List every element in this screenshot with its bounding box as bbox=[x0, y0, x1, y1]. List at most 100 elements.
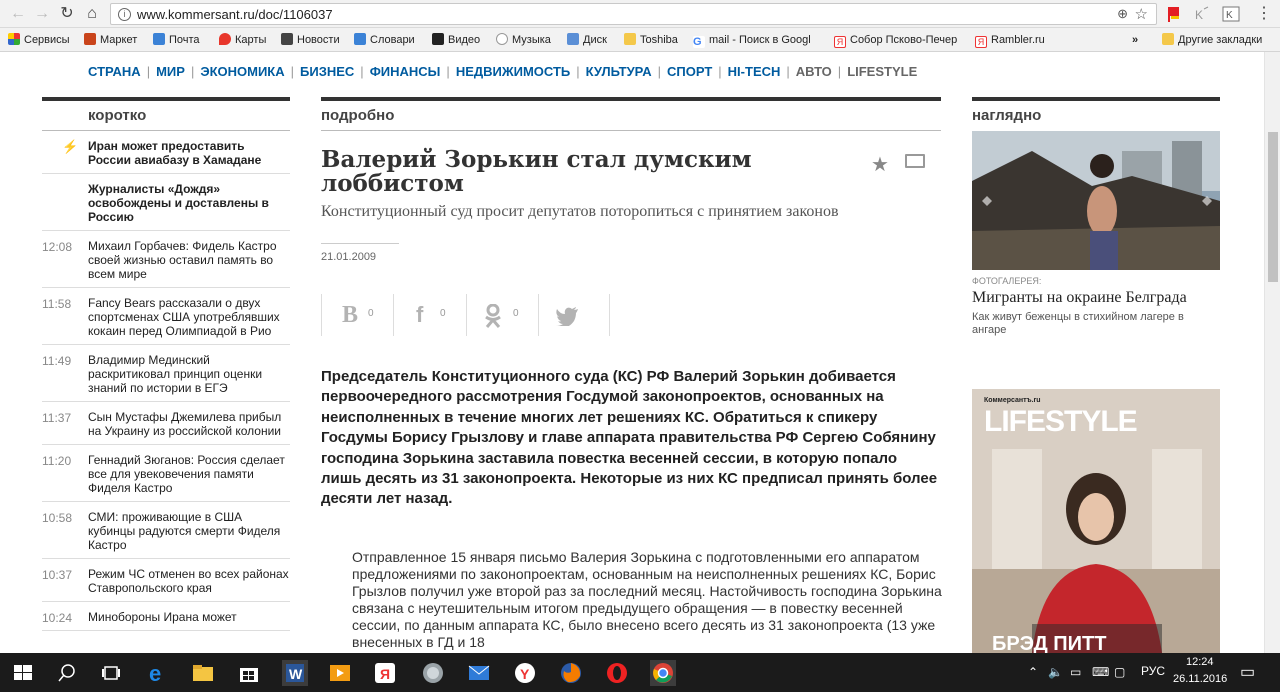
bookmark-toshiba[interactable]: Toshiba bbox=[624, 32, 678, 48]
nav-item[interactable]: МИР bbox=[156, 64, 185, 79]
yandex-browser-icon[interactable]: Y bbox=[512, 660, 538, 686]
nav-item[interactable]: АВТО bbox=[796, 64, 832, 79]
keyboard-icon[interactable]: ⌨ bbox=[1092, 665, 1109, 679]
bookmark-star-icon[interactable]: ☆ bbox=[1135, 5, 1148, 23]
menu-icon[interactable]: ⋮ bbox=[1254, 4, 1274, 24]
gallery-title[interactable]: Мигранты на окраине Белграда bbox=[972, 289, 1187, 307]
nav-item[interactable]: БИЗНЕС bbox=[300, 64, 354, 79]
news-item[interactable]: ⚡ Иран может предоставить России авиабазу… bbox=[42, 131, 290, 174]
nav-item[interactable]: СПОРТ bbox=[667, 64, 712, 79]
nav-item[interactable]: ФИНАНСЫ bbox=[370, 64, 441, 79]
windows-start-icon[interactable] bbox=[10, 660, 36, 686]
other-bookmarks[interactable]: Другие закладки bbox=[1162, 32, 1262, 48]
network-icon[interactable]: ▢ bbox=[1114, 665, 1125, 679]
news-text[interactable]: Режим ЧС отменен во всех районах Ставроп… bbox=[88, 567, 290, 595]
nav-item[interactable]: HI-TECH bbox=[728, 64, 781, 79]
news-item[interactable]: Журналисты «Дождя» освобождены и доставл… bbox=[42, 174, 290, 231]
news-item[interactable]: 11:49 Владимир Мединский раскритиковал пр… bbox=[42, 345, 290, 402]
news-item[interactable]: 11:20 Геннадий Зюганов: Россия сделает вс… bbox=[42, 445, 290, 502]
share-facebook-button[interactable]: f 0 bbox=[393, 294, 465, 336]
info-icon[interactable]: i bbox=[118, 8, 131, 21]
news-text[interactable]: Fancy Bears рассказали о двух спортсмена… bbox=[88, 296, 290, 338]
word-icon[interactable]: W bbox=[282, 660, 308, 686]
opera-icon[interactable] bbox=[604, 660, 630, 686]
tray-chevron-icon[interactable]: ⌃ bbox=[1028, 665, 1038, 679]
bookmark-news[interactable]: Новости bbox=[281, 32, 340, 48]
clock-date[interactable]: 26.11.2016 bbox=[1173, 673, 1227, 685]
task-view-icon[interactable] bbox=[98, 660, 124, 686]
nav-item[interactable]: ЭКОНОМИКА bbox=[200, 64, 284, 79]
nav-item[interactable]: НЕДВИЖИМОСТЬ bbox=[456, 64, 570, 79]
news-text[interactable]: Минобороны Ирана может bbox=[88, 610, 290, 624]
news-item[interactable]: 10:58 СМИ: проживающие в США кубинцы раду… bbox=[42, 502, 290, 559]
volume-icon[interactable]: 🔈 bbox=[1048, 665, 1063, 679]
bookmark-dictionaries[interactable]: Словари bbox=[354, 32, 415, 48]
mail-app-icon[interactable] bbox=[466, 660, 492, 686]
home-icon[interactable]: ⌂ bbox=[82, 4, 102, 24]
media-player-icon[interactable] bbox=[327, 660, 353, 686]
news-text[interactable]: Геннадий Зюганов: Россия сделает все для… bbox=[88, 453, 290, 495]
address-bar[interactable]: i www.kommersant.ru/doc/1106037 ⊕ ☆ bbox=[110, 3, 1157, 25]
firefox-icon[interactable] bbox=[558, 660, 584, 686]
news-text[interactable]: Владимир Мединский раскритиковал принцип… bbox=[88, 353, 290, 395]
bookmark-google[interactable]: Gmail - Поиск в Googl bbox=[693, 32, 811, 48]
reload-icon[interactable]: ↻ bbox=[57, 4, 77, 24]
bookmark-services[interactable]: Сервисы bbox=[8, 32, 70, 48]
news-text[interactable]: Сын Мустафы Джемилева прибыл на Украину … bbox=[88, 410, 290, 438]
forward-icon[interactable]: → bbox=[32, 4, 52, 24]
yandex-icon[interactable]: Я bbox=[372, 660, 398, 686]
news-item[interactable]: 10:37 Режим ЧС отменен во всех районах Ст… bbox=[42, 559, 290, 602]
bookmark-video[interactable]: Видео bbox=[432, 32, 480, 48]
news-text[interactable]: Михаил Горбачев: Фидель Кастро своей жиз… bbox=[88, 239, 290, 281]
battery-icon[interactable]: ▭ bbox=[1070, 665, 1081, 679]
nav-item[interactable]: КУЛЬТУРА bbox=[586, 64, 652, 79]
column-title-visual[interactable]: наглядно bbox=[972, 107, 1041, 124]
extension-icon[interactable]: K bbox=[1193, 5, 1211, 23]
news-item[interactable]: 10:24 Минобороны Ирана может bbox=[42, 602, 290, 631]
page-scrollbar[interactable] bbox=[1264, 52, 1280, 653]
back-icon[interactable]: ← bbox=[8, 4, 28, 24]
bookmark-rambler[interactable]: Я Rambler.ru bbox=[975, 32, 1045, 48]
bookmark-label: Маркет bbox=[100, 34, 138, 46]
lifestyle-ad[interactable]: Коммерсантъ.ru LIFESTYLE БРЭД ПИТТ bbox=[972, 389, 1220, 653]
news-text[interactable]: Иран может предоставить России авиабазу … bbox=[88, 139, 290, 167]
news-item[interactable]: 11:37 Сын Мустафы Джемилева прибыл на Укр… bbox=[42, 402, 290, 445]
store-icon[interactable] bbox=[236, 660, 262, 686]
news-item[interactable]: 11:58 Fancy Bears рассказали о двух спорт… bbox=[42, 288, 290, 345]
column-title-short[interactable]: коротко bbox=[88, 107, 146, 124]
kaspersky-icon[interactable]: K bbox=[1222, 5, 1240, 23]
favorite-star-icon[interactable]: ★ bbox=[871, 152, 889, 177]
notifications-icon[interactable]: ▭ bbox=[1240, 662, 1255, 682]
app-circle-icon[interactable] bbox=[420, 660, 446, 686]
bookmark-flag-icon[interactable] bbox=[1165, 5, 1183, 23]
gallery-image bbox=[972, 131, 1220, 270]
news-text[interactable]: Журналисты «Дождя» освобождены и доставл… bbox=[88, 182, 290, 224]
clock-time[interactable]: 12:24 bbox=[1186, 656, 1214, 668]
gallery-photo[interactable] bbox=[972, 131, 1220, 270]
more-bookmarks-button[interactable]: » bbox=[1132, 32, 1138, 48]
zoom-icon[interactable]: ⊕ bbox=[1117, 6, 1128, 22]
language-indicator[interactable]: РУС bbox=[1141, 664, 1165, 678]
share-vk-button[interactable]: В 0 bbox=[321, 294, 393, 336]
nav-separator: | bbox=[190, 64, 195, 79]
bookmark-maps[interactable]: Карты bbox=[219, 32, 266, 48]
file-explorer-icon[interactable] bbox=[190, 660, 216, 686]
nav-item[interactable]: LIFESTYLE bbox=[847, 64, 917, 79]
search-icon[interactable] bbox=[54, 660, 80, 686]
bookmark-disk[interactable]: Диск bbox=[567, 32, 607, 48]
edge-icon[interactable]: e bbox=[146, 660, 172, 686]
nav-item[interactable]: СТРАНА bbox=[88, 64, 141, 79]
news-item[interactable]: 12:08 Михаил Горбачев: Фидель Кастро свое… bbox=[42, 231, 290, 288]
share-ok-button[interactable]: 0 bbox=[466, 294, 538, 336]
bookmark-music[interactable]: Музыка bbox=[496, 32, 551, 48]
bookmark-mail[interactable]: Почта bbox=[153, 32, 200, 48]
news-text[interactable]: СМИ: проживающие в США кубинцы радуются … bbox=[88, 510, 290, 552]
scroll-thumb[interactable] bbox=[1268, 132, 1278, 282]
share-twitter-button[interactable] bbox=[538, 294, 610, 336]
column-title-detail[interactable]: подробно bbox=[321, 107, 394, 124]
chrome-icon[interactable] bbox=[650, 660, 676, 686]
comment-icon[interactable] bbox=[905, 154, 925, 168]
bookmark-sobor[interactable]: Я Собор Псково-Печер bbox=[834, 32, 957, 48]
nav-separator: | bbox=[360, 64, 364, 79]
bookmark-market[interactable]: Маркет bbox=[84, 32, 137, 48]
